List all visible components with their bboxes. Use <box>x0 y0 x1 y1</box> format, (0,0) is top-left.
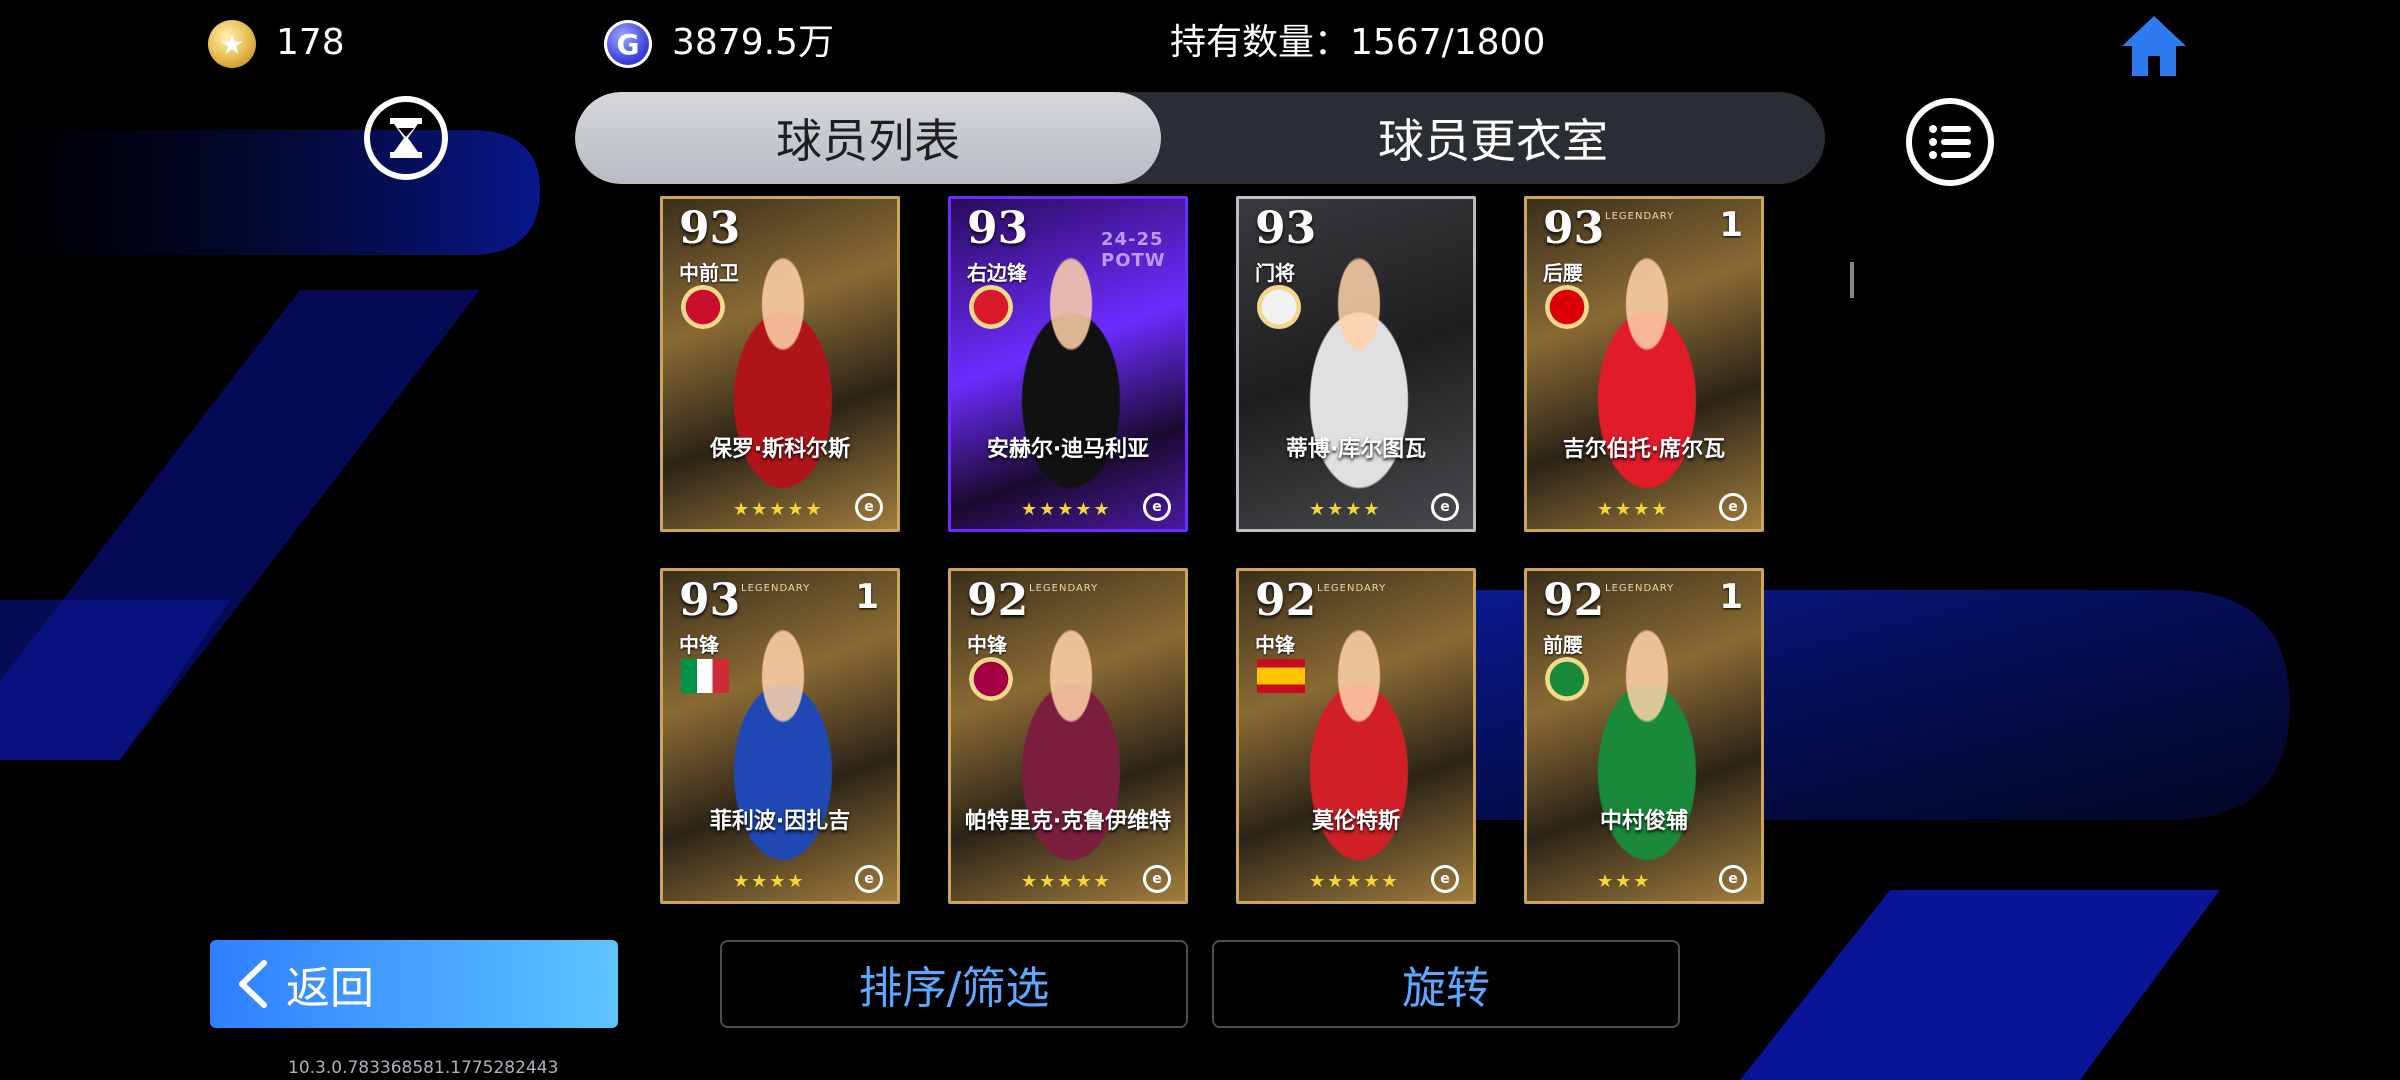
efootball-logo-icon: e <box>855 865 883 893</box>
efootball-logo-icon: e <box>1143 493 1171 521</box>
player-card[interactable]: LEGENDARY 92 前腰 1 中村俊辅 ★★★ e <box>1524 568 1764 904</box>
tab-locker-room[interactable]: 球员更衣室 <box>1161 92 1825 184</box>
spain-flag-icon <box>1257 659 1305 693</box>
hourglass-button[interactable] <box>364 96 448 180</box>
player-rating: 93 <box>1255 203 1317 254</box>
list-menu-button[interactable] <box>1906 98 1994 186</box>
efootball-logo-icon: e <box>1719 493 1747 521</box>
card-tag: LEGENDARY <box>1605 583 1675 594</box>
chevron-left-icon <box>239 960 267 1008</box>
coin-count: 178 <box>276 22 345 63</box>
card-tag: LEGENDARY <box>1029 583 1099 594</box>
player-stars: ★★★★★ <box>1309 871 1400 892</box>
player-position: 前腰 <box>1543 633 1583 657</box>
player-rating: 93 <box>679 575 741 626</box>
real-madrid-badge-icon <box>1257 285 1301 329</box>
efootball-logo-icon: e <box>1143 865 1171 893</box>
player-position: 门将 <box>1255 261 1295 285</box>
player-rating: 93 <box>679 203 741 254</box>
efootball-logo-icon: e <box>1719 865 1747 893</box>
tab-bar: 球员列表 球员更衣室 <box>575 92 1825 184</box>
player-position: 中锋 <box>679 633 719 657</box>
barcelona-badge-icon <box>969 657 1013 701</box>
scrollbar[interactable] <box>1850 262 1854 298</box>
back-label: 返回 <box>286 963 374 1014</box>
player-name: 莫伦特斯 <box>1311 809 1400 834</box>
player-name: 安赫尔·迪马利亚 <box>986 437 1150 462</box>
card-tag: LEGENDARY <box>1605 211 1675 222</box>
rotate-button[interactable]: 旋转 <box>1212 940 1680 1028</box>
efootball-logo-icon: e <box>1431 865 1459 893</box>
version-text: 10.3.0.783368581.1775282443 <box>288 1058 559 1078</box>
player-level: 1 <box>1719 577 1743 617</box>
player-position: 后腰 <box>1543 261 1583 285</box>
player-rating: 92 <box>1255 575 1317 626</box>
player-card[interactable]: LEGENDARY 93 后腰 1 吉尔伯托·席尔瓦 ★★★★ e <box>1524 196 1764 532</box>
italy-flag-icon <box>681 659 729 693</box>
gp-icon: G <box>604 20 652 68</box>
home-icon[interactable] <box>2118 12 2190 80</box>
player-name: 菲利波·因扎吉 <box>709 809 851 834</box>
player-stars: ★★★★ <box>1597 499 1670 520</box>
player-card[interactable]: 24-25 POTW 93 右边锋安赫尔·迪马利亚 ★★★★★ e <box>948 196 1188 532</box>
tab-player-list[interactable]: 球员列表 <box>575 92 1161 184</box>
player-stars: ★★★★★ <box>1021 871 1112 892</box>
player-position: 右边锋 <box>967 261 1027 285</box>
card-tag: LEGENDARY <box>741 583 811 594</box>
player-level: 1 <box>1719 205 1743 245</box>
card-tag: 24-25 POTW <box>1101 229 1166 271</box>
benfica-badge-icon <box>969 285 1013 329</box>
manchester-united-badge-icon <box>681 285 725 329</box>
player-position: 中前卫 <box>679 261 739 285</box>
player-card[interactable]: LEGENDARY 92 中锋帕特里克·克鲁伊维特 ★★★★★ e <box>948 568 1188 904</box>
player-position: 中锋 <box>967 633 1007 657</box>
coin-icon: ★ <box>208 20 256 68</box>
player-name: 蒂博·库尔图瓦 <box>1285 437 1427 462</box>
sort-filter-button[interactable]: 排序/筛选 <box>720 940 1188 1028</box>
player-name: 吉尔伯托·席尔瓦 <box>1562 437 1726 462</box>
efootball-logo-icon: e <box>1431 493 1459 521</box>
player-card[interactable]: 93 中前卫保罗·斯科尔斯 ★★★★★ e <box>660 196 900 532</box>
player-level: 1 <box>855 577 879 617</box>
hourglass-icon <box>390 118 422 158</box>
back-button[interactable]: 返回 <box>210 940 618 1028</box>
player-rating: 93 <box>1543 203 1605 254</box>
ownership-count: 持有数量：1567/1800 <box>1170 22 1546 63</box>
gp-amount: 3879.5万 <box>672 22 834 63</box>
celtic-badge-icon <box>1545 657 1589 701</box>
player-stars: ★★★ <box>1597 871 1652 892</box>
player-name: 保罗·斯科尔斯 <box>709 437 851 462</box>
player-name: 中村俊辅 <box>1599 809 1688 834</box>
player-rating: 92 <box>1543 575 1605 626</box>
list-icon <box>1929 125 1971 159</box>
player-card[interactable]: LEGENDARY 93 中锋 1 菲利波·因扎吉 ★★★★ e <box>660 568 900 904</box>
player-stars: ★★★★★ <box>733 499 824 520</box>
player-rating: 92 <box>967 575 1029 626</box>
player-position: 中锋 <box>1255 633 1295 657</box>
player-stars: ★★★★★ <box>1021 499 1112 520</box>
player-rating: 93 <box>967 203 1029 254</box>
arsenal-badge-icon <box>1545 285 1589 329</box>
player-card[interactable]: LEGENDARY 92 中锋莫伦特斯 ★★★★★ e <box>1236 568 1476 904</box>
efootball-logo-icon: e <box>855 493 883 521</box>
player-name: 帕特里克·克鲁伊维特 <box>964 809 1172 834</box>
player-stars: ★★★★ <box>1309 499 1382 520</box>
player-card[interactable]: 93 门将蒂博·库尔图瓦 ★★★★ e <box>1236 196 1476 532</box>
player-stars: ★★★★ <box>733 871 806 892</box>
card-tag: LEGENDARY <box>1317 583 1387 594</box>
